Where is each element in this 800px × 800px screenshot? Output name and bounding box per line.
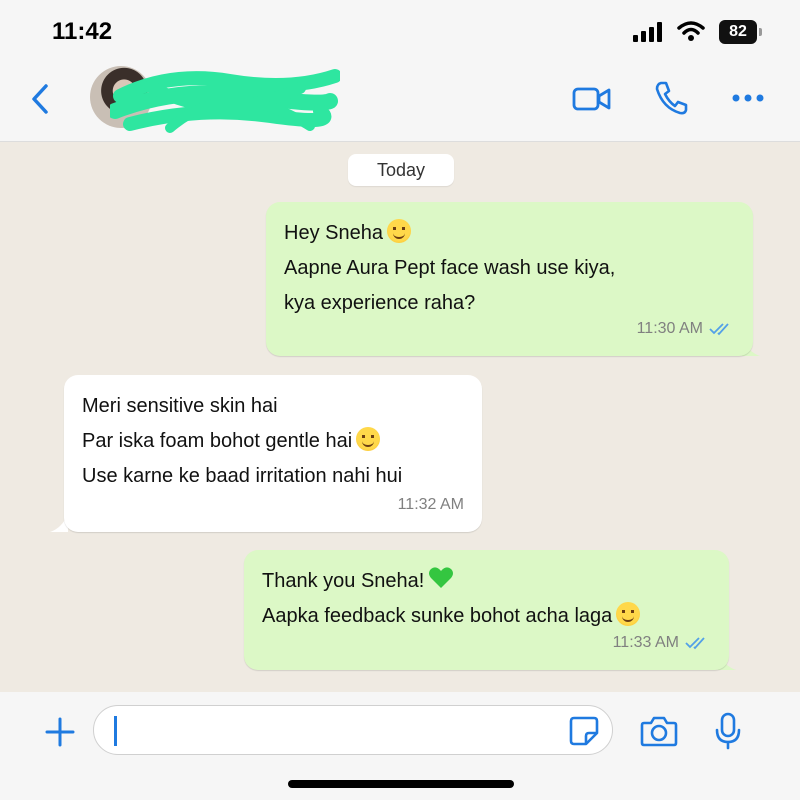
date-separator: Today [348,154,454,186]
text-cursor [114,716,117,746]
message-bubble-outgoing[interactable]: Hey Sneha Aapne Aura Pept face wash use … [266,202,753,356]
contact-name-redaction [110,69,340,133]
message-input[interactable] [93,705,613,755]
message-meta: 11:32 AM [398,487,464,522]
microphone-icon[interactable] [714,712,742,750]
status-bar: 11:42 82 [0,0,800,62]
more-icon[interactable] [732,92,764,104]
message-meta: 11:33 AM [613,625,711,660]
message-time: 11:32 AM [397,496,464,513]
message-time: 11:30 AM [636,320,703,337]
composer-bar [0,692,800,800]
plus-icon[interactable] [44,716,76,748]
phone-icon[interactable] [654,80,688,116]
back-icon[interactable] [28,82,54,116]
message-text: Thank you Sneha! [262,570,425,592]
home-indicator [288,780,514,788]
camera-icon[interactable] [640,714,678,748]
message-text: Aapne Aura Pept face wash use kiya, [284,257,616,279]
message-text: Meri sensitive skin hai [82,395,278,417]
smile-emoji-icon [386,219,411,243]
sticker-icon[interactable] [568,715,600,747]
message-bubble-incoming[interactable]: Meri sensitive skin hai Par iska foam bo… [64,375,482,532]
wifi-icon [677,21,705,41]
chat-header [0,62,800,142]
message-text: Aapka feedback sunke bohot acha laga [262,605,613,627]
message-meta: 11:30 AM [637,311,735,346]
chat-area: Today Hey Sneha Aapne Aura Pept face was… [0,142,800,692]
video-call-icon[interactable] [572,84,612,114]
smile-emoji-icon [616,602,641,626]
battery-indicator: 82 [719,20,757,44]
read-receipt-icon [685,636,705,649]
signal-icon [633,22,662,42]
message-bubble-outgoing[interactable]: Thank you Sneha! Aapka feedback sunke bo… [244,550,729,670]
status-time: 11:42 [52,18,113,45]
smile-emoji-icon [356,427,381,451]
battery-cap [759,28,762,36]
green-heart-icon [429,567,454,588]
message-text: Hey Sneha [284,222,383,244]
read-receipt-icon [709,322,729,335]
message-time: 11:33 AM [612,634,679,651]
message-text: Par iska foam bohot gentle hai [82,430,353,452]
